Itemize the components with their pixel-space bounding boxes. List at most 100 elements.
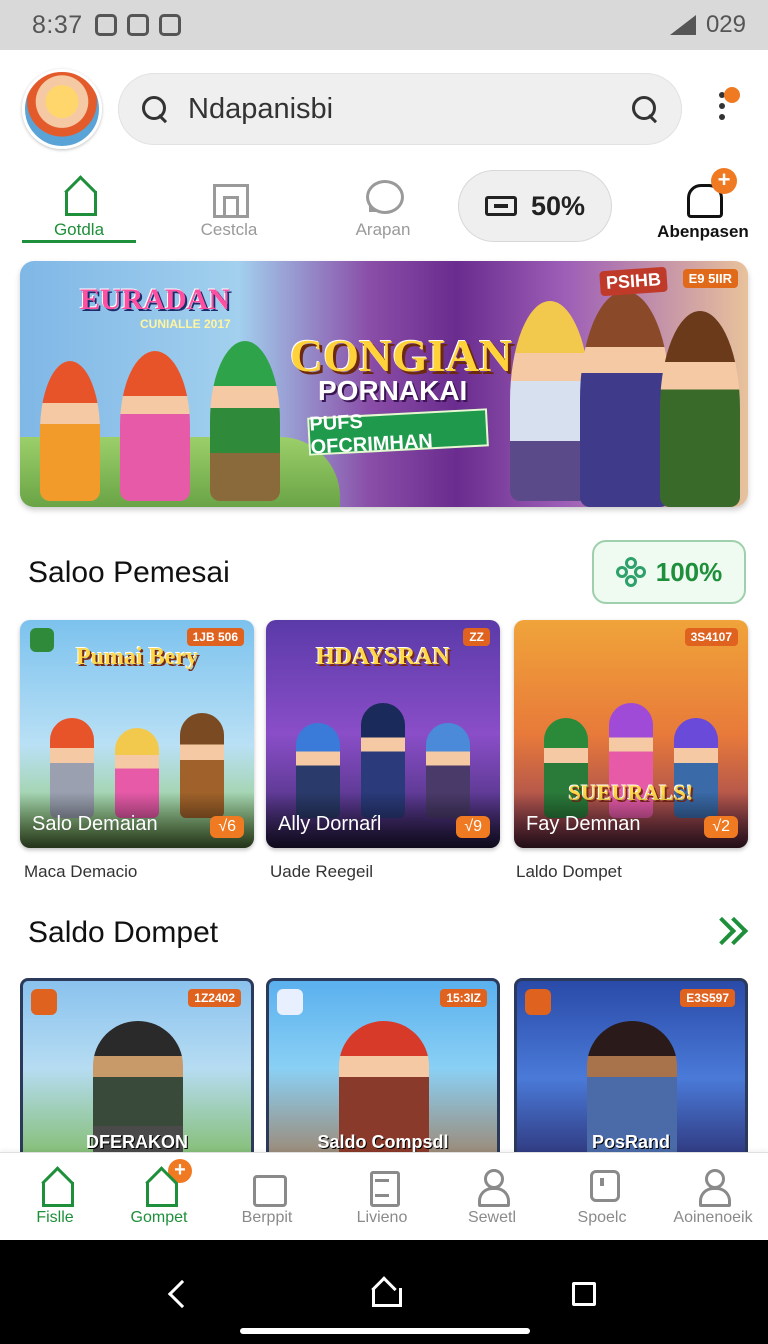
tab-chat[interactable]: Arapan bbox=[326, 168, 440, 240]
active-tab-indicator bbox=[22, 240, 136, 243]
tab-notifications[interactable]: + Abenpasen bbox=[644, 168, 762, 242]
game-card[interactable]: 15:3IZ Saldo Compsdl bbox=[266, 978, 500, 1178]
nav-wallet[interactable]: + Gompet bbox=[104, 1153, 214, 1227]
game-card-caption: Fay Demnan √2 bbox=[514, 792, 748, 848]
game-card[interactable]: 1JB 506 Pumai Bery Salo Demaian √6 bbox=[20, 620, 254, 848]
search-input[interactable]: Ndapanisbi bbox=[188, 93, 630, 126]
status-time: 8:37 bbox=[32, 10, 83, 39]
nav-label: Livieno bbox=[356, 1209, 408, 1226]
nav-label: Fislle bbox=[36, 1209, 74, 1226]
nav-bag[interactable]: Berppit bbox=[212, 1153, 322, 1227]
banner-headline-2: PORNAKAI bbox=[318, 375, 468, 406]
recent-apps-icon[interactable] bbox=[572, 1282, 596, 1306]
banner-title: EURADAN bbox=[80, 283, 230, 316]
game-subtitle: Uade Reegeil bbox=[270, 862, 374, 881]
game-card[interactable]: 1Z2402 DFERAKON bbox=[20, 978, 254, 1178]
list-icon bbox=[365, 1169, 400, 1207]
tab-home[interactable]: Gotdla bbox=[22, 168, 136, 243]
wallet-icon: + bbox=[142, 1159, 192, 1207]
character-figure bbox=[120, 351, 190, 501]
signal-icon bbox=[669, 15, 696, 35]
game-logo-icon bbox=[525, 989, 551, 1015]
add-badge: + bbox=[168, 1159, 192, 1183]
bonus-pill-button[interactable]: 100% bbox=[592, 540, 746, 604]
game-tag: 15:3IZ bbox=[440, 989, 487, 1007]
game-card[interactable]: ZZ HDAYSRAN Ally Dornaŕl √9 bbox=[266, 620, 500, 848]
tab-label: Cestcla bbox=[200, 220, 258, 239]
avatar[interactable] bbox=[22, 69, 102, 149]
system-home-icon[interactable] bbox=[372, 1278, 402, 1307]
bag-icon bbox=[250, 1169, 287, 1207]
nav-label: Gompet bbox=[130, 1209, 188, 1226]
search-bar[interactable]: Ndapanisbi bbox=[118, 73, 682, 145]
home-icon bbox=[38, 1169, 74, 1207]
game-name: Fay Demnan bbox=[526, 813, 641, 835]
system-nav-bar bbox=[0, 1240, 768, 1344]
game-card-label: DFERAKON bbox=[86, 1132, 188, 1152]
game-tag: 3S4107 bbox=[684, 628, 738, 646]
ticket-icon bbox=[484, 196, 517, 216]
game-tag: E3S597 bbox=[680, 989, 735, 1007]
back-icon[interactable] bbox=[167, 1279, 197, 1309]
bottom-nav: Fislle + Gompet Berppit Livieno Sewetl S… bbox=[0, 1152, 768, 1240]
character-figure bbox=[510, 301, 590, 501]
tab-store[interactable]: Cestcla bbox=[172, 168, 286, 240]
home-icon bbox=[61, 178, 97, 216]
chat-icon bbox=[365, 178, 404, 214]
top-tabs: Gotdla Cestcla Arapan 50% + Abenpasen bbox=[22, 168, 752, 248]
game-card[interactable]: E3S597 PosRand bbox=[514, 978, 748, 1178]
banner-ribbon: PUFS OFCRIMHAN bbox=[307, 408, 489, 459]
game-card[interactable]: 3S4107 SUEURALS! Fay Demnan√2 bbox=[514, 620, 748, 848]
game-card-label: PosRand bbox=[591, 1132, 670, 1152]
bell-icon: + bbox=[683, 168, 737, 218]
game-logo-icon bbox=[31, 989, 57, 1015]
game-logo-icon bbox=[277, 989, 303, 1015]
character-figure bbox=[40, 361, 100, 501]
banner-badge: PSIHB bbox=[599, 266, 668, 297]
nav-list[interactable]: Livieno bbox=[327, 1153, 437, 1227]
gesture-bar[interactable] bbox=[240, 1328, 530, 1334]
clover-icon bbox=[615, 557, 646, 587]
character-figure bbox=[210, 341, 280, 501]
nav-help[interactable]: Spoelc bbox=[547, 1153, 657, 1227]
game-subtitle: Laldo Dompet bbox=[516, 862, 622, 881]
nav-label: Aoinenoeik bbox=[673, 1209, 753, 1226]
bonus-label: 100% bbox=[655, 556, 723, 587]
game-subtitle: Maca Demacio bbox=[24, 862, 138, 881]
status-bar: 8:37 029 bbox=[0, 0, 768, 50]
more-menu-icon[interactable] bbox=[712, 87, 740, 131]
tab-label: Gotdla bbox=[53, 220, 105, 239]
nav-label: Spoelc bbox=[577, 1209, 627, 1226]
game-badge: √2 bbox=[704, 816, 738, 838]
banner-tag: E9 5IIR bbox=[682, 269, 738, 288]
section-title: Saldo Dompet bbox=[28, 916, 219, 949]
character-figure bbox=[580, 291, 670, 507]
nav-person[interactable]: Sewetl bbox=[437, 1153, 547, 1227]
hero-banner[interactable]: EURADAN CUNIALLE 2017 CONGIAN PORNAKAI P… bbox=[20, 261, 748, 507]
character-figure bbox=[660, 311, 740, 507]
game-card-label: Saldo Compsdl bbox=[317, 1132, 449, 1152]
game-card-caption: Ally Dornaŕl √9 bbox=[266, 792, 500, 848]
person-icon bbox=[475, 1169, 510, 1207]
promo-label: 50% bbox=[530, 190, 586, 221]
add-badge: + bbox=[711, 168, 737, 194]
store-icon bbox=[211, 178, 249, 218]
status-notification-icons bbox=[94, 14, 181, 36]
search-submit-icon[interactable] bbox=[630, 94, 660, 124]
game-badge: √9 bbox=[456, 816, 490, 838]
nav-home[interactable]: Fislle bbox=[0, 1153, 110, 1227]
chevron-right-icon[interactable] bbox=[710, 914, 746, 950]
game-name: Salo Demaian bbox=[32, 813, 158, 835]
game-tag: 1Z2402 bbox=[188, 989, 241, 1007]
promo-pill-button[interactable]: 50% bbox=[458, 170, 612, 242]
app-header: Ndapanisbi bbox=[22, 68, 752, 150]
game-card-title: HDAYSRAN bbox=[316, 644, 450, 670]
game-badge: √6 bbox=[210, 816, 244, 838]
nav-label: Sewetl bbox=[467, 1209, 517, 1226]
tab-label: Arapan bbox=[355, 220, 411, 239]
game-card-caption: Salo Demaian √6 bbox=[20, 792, 254, 848]
tab-label: Abenpasen bbox=[657, 222, 749, 241]
game-name: Ally Dornaŕl bbox=[278, 813, 382, 835]
nav-account[interactable]: Aoinenoeik bbox=[658, 1153, 768, 1227]
game-card-title: Pumai Bery bbox=[76, 644, 198, 670]
